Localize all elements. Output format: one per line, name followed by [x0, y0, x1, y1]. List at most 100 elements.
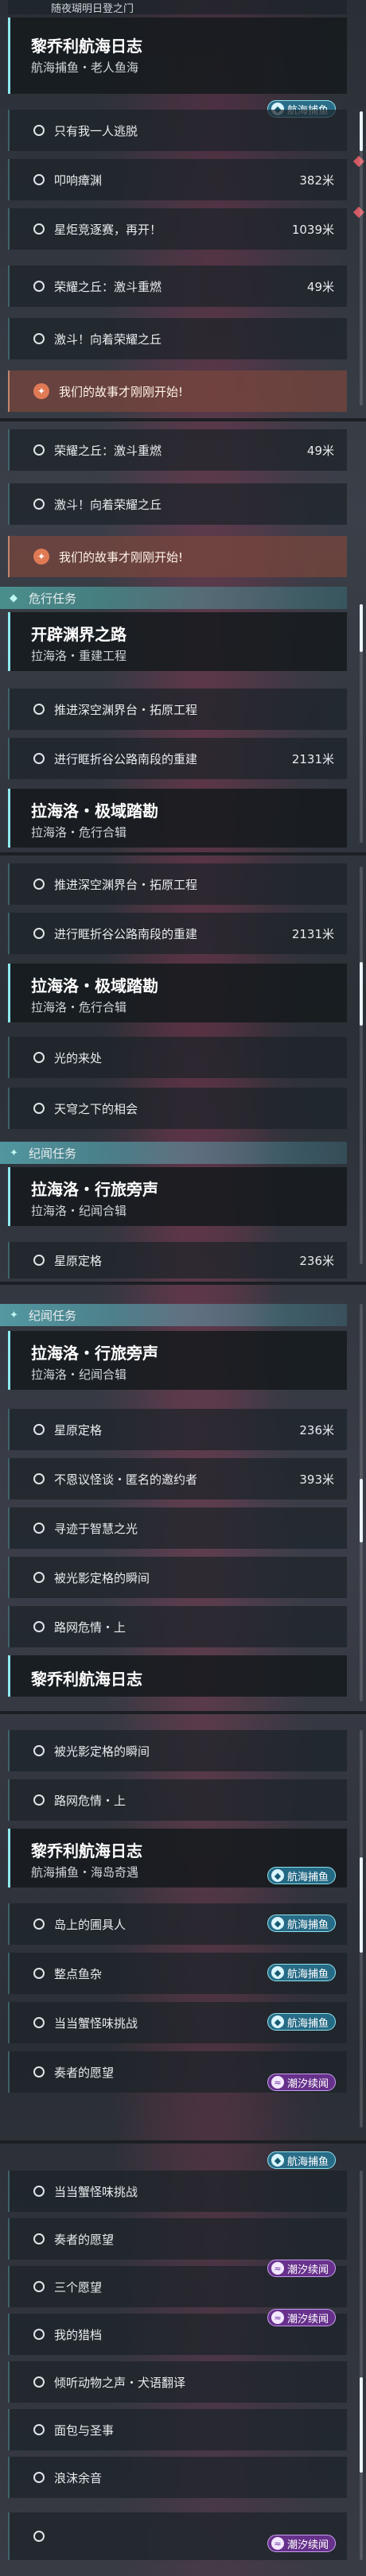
quest-header[interactable]: 开辟渊界之路 拉海洛・重建工程 [8, 612, 347, 671]
previous-task-row[interactable]: 随夜瑚明日登之门 [8, 0, 347, 14]
quest-step-row[interactable]: 进行眶折谷公路南段的重建 2131米 [8, 913, 347, 954]
quest-step-row[interactable]: 面包与圣事 [8, 2409, 347, 2450]
circle-check-icon [33, 1572, 45, 1583]
diamond-icon: ✦ [10, 1309, 18, 1321]
quest-step-row[interactable]: 推进深空渊界台・拓原工程 [8, 863, 347, 905]
scrollbar[interactable] [360, 1304, 363, 1701]
quest-step-row[interactable]: 三个愿望 ≈ 潮汐续闻 [8, 2260, 347, 2307]
quest-header[interactable]: 拉海洛・极域踏勘 拉海洛・危行合辑 [8, 789, 347, 848]
quest-header[interactable]: 黎乔利航海日志 [8, 1655, 347, 1697]
circle-check-icon [33, 174, 45, 185]
circle-check-icon [33, 753, 45, 764]
circle-check-icon [33, 2472, 45, 2483]
scrollbar[interactable] [360, 2171, 363, 2560]
scrollbar[interactable] [360, 604, 363, 843]
circle-check-icon [33, 281, 45, 292]
scrollbar-thumb[interactable] [360, 604, 363, 652]
quest-step-row[interactable]: 光的来处 [8, 1037, 347, 1078]
category-world: ✦ 纪闻任务 [0, 1142, 347, 1164]
circle-check-icon [33, 125, 45, 136]
scrollbar[interactable] [360, 1730, 363, 2128]
tide-story-badge: ≈ 潮汐续闻 [267, 2074, 336, 2091]
screenshot-divider [0, 1282, 366, 1285]
circle-check-icon [33, 1523, 45, 1534]
circle-check-icon [33, 1052, 45, 1063]
fish-icon: ◆ [271, 2015, 284, 2028]
quest-step-row[interactable]: 奏者的愿望 ≈ 潮汐续闻 [8, 2051, 347, 2093]
circle-check-icon [33, 2424, 45, 2435]
screenshot-divider [0, 852, 366, 855]
circle-check-icon [33, 1103, 45, 1114]
quest-header[interactable]: 拉海洛・行旅旁声 拉海洛・纪闻合辑 [8, 1331, 347, 1390]
finish-row[interactable]: ✦ 我们的故事才刚刚开始! [8, 370, 347, 412]
quest-step-row[interactable]: 推进深空渊界台・拓原工程 [8, 689, 347, 730]
quest-step-row[interactable]: ≈ 潮汐续闻 [8, 2512, 347, 2560]
quest-step-row[interactable]: 不恩议怪谈・匿名的邀约者 393米 [8, 1458, 347, 1499]
circle-check-icon [33, 2017, 45, 2028]
quest-step-row[interactable]: 被光影定格的瞬间 [8, 1730, 347, 1771]
finish-row[interactable]: ✦ 我们的故事才刚刚开始! [8, 536, 347, 577]
quest-header[interactable]: 拉海洛・行旅旁声 拉海洛・纪闻合辑 [8, 1167, 347, 1226]
circle-check-icon [33, 2233, 45, 2244]
quest-step-row[interactable]: 激斗！向着荣耀之丘 [8, 483, 347, 525]
quest-header[interactable]: 黎乔利航海日志 航海捕鱼・海岛奇遇 ◆ 航海捕鱼 [8, 1829, 347, 1887]
quest-step-row[interactable]: 路网危情・上 [8, 1606, 347, 1647]
quest-step-row[interactable]: 叩响瘴渊 382米 [8, 159, 347, 200]
wave-icon: ≈ [271, 2262, 284, 2275]
quest-step-row[interactable]: 星原定格 236米 [8, 1409, 347, 1450]
sea-fishing-badge: ◆航海捕鱼 [267, 2013, 336, 2031]
wave-icon: ≈ [271, 2537, 284, 2550]
quest-step-row[interactable]: 当当蟹怪味挑战 ◆ 航海捕鱼 [8, 2151, 347, 2212]
quest-step-row[interactable]: 寻迹于智慧之光 [8, 1507, 347, 1549]
sea-fishing-badge: ◆航海捕鱼 [267, 1964, 336, 1981]
quest-step-row[interactable]: 只有我一人逃脱 [8, 110, 347, 151]
scrollbar-thumb[interactable] [360, 962, 363, 1026]
circle-check-icon [33, 444, 45, 456]
sea-fishing-badge: ◆航海捕鱼 [267, 1867, 336, 1884]
quest-step-row[interactable]: 进行眶折谷公路南段的重建 2131米 [8, 738, 347, 779]
quest-step-row[interactable]: 岛上的圃具人 ◆ 航海捕鱼 [8, 1903, 347, 1945]
quest-step-row[interactable]: 倾听动物之声・犬语翻译 [8, 2361, 347, 2403]
quest-step-row[interactable]: 路网危情・上 [8, 1779, 347, 1821]
finish-flag-icon: ✦ [33, 549, 49, 564]
tide-story-badge: ≈ 潮汐续闻 [267, 2309, 336, 2326]
fish-icon: ◆ [271, 1966, 284, 1979]
finish-flag-icon: ✦ [33, 383, 49, 399]
category-danger: ◆ 危行任务 [0, 587, 347, 609]
scrollbar-thumb[interactable] [360, 1857, 363, 1953]
circle-check-icon [33, 2329, 45, 2340]
diamond-icon: ◆ [10, 592, 18, 604]
quest-step-row[interactable]: 整点鱼杂 ◆ 航海捕鱼 [8, 1953, 347, 1994]
circle-check-icon [33, 2531, 45, 2542]
quest-step-row[interactable]: 荣耀之丘：激斗重燃 49米 [8, 266, 347, 307]
scrollbar-thumb[interactable] [360, 1479, 363, 1542]
quest-step-row[interactable]: 荣耀之丘：激斗重燃 49米 [8, 429, 347, 471]
circle-check-icon [33, 1621, 45, 1632]
sea-fishing-badge: ◆航海捕鱼 [267, 1915, 336, 1932]
scrollbar-thumb[interactable] [360, 2377, 363, 2473]
quest-header[interactable]: 黎乔利航海日志 航海捕鱼・老人鱼海 ◆航海捕鱼 [8, 17, 347, 118]
quest-step-row[interactable]: 星原定格 236米 [8, 1242, 347, 1278]
quest-step-row[interactable]: 星炬竞逐赛，再开！ 1039米 [8, 208, 347, 250]
scrollbar[interactable] [360, 111, 363, 405]
screenshot-divider [0, 418, 366, 421]
circle-check-icon [33, 2186, 45, 2197]
screenshot-divider [0, 1711, 366, 1714]
circle-check-icon [33, 2376, 45, 2388]
circle-check-icon [33, 333, 45, 344]
quest-step-row[interactable]: 被光影定格的瞬间 [8, 1557, 347, 1598]
quest-step-row[interactable]: 当当蟹怪味挑战 ◆ 航海捕鱼 [8, 2002, 347, 2043]
quest-step-row[interactable]: 激斗！向着荣耀之丘 [8, 318, 347, 359]
quest-step-row[interactable]: 天穹之下的相会 [8, 1088, 347, 1129]
circle-check-icon [33, 499, 45, 510]
circle-check-icon [33, 2066, 45, 2077]
quest-step-row[interactable]: 我的猎档 ≈ 潮汐续闻 [8, 2309, 347, 2355]
scrollbar[interactable] [360, 867, 363, 1264]
circle-check-icon [33, 1968, 45, 1979]
wave-icon: ≈ [271, 2311, 284, 2324]
quest-step-row[interactable]: 奏者的愿望 [8, 2218, 347, 2260]
quest-step-row[interactable]: 浪沫余音 [8, 2457, 347, 2498]
quest-header[interactable]: 拉海洛・极域踏勘 拉海洛・危行合辑 [8, 964, 347, 1022]
scrollbar-thumb[interactable] [360, 111, 363, 151]
circle-check-icon [33, 1918, 45, 1930]
